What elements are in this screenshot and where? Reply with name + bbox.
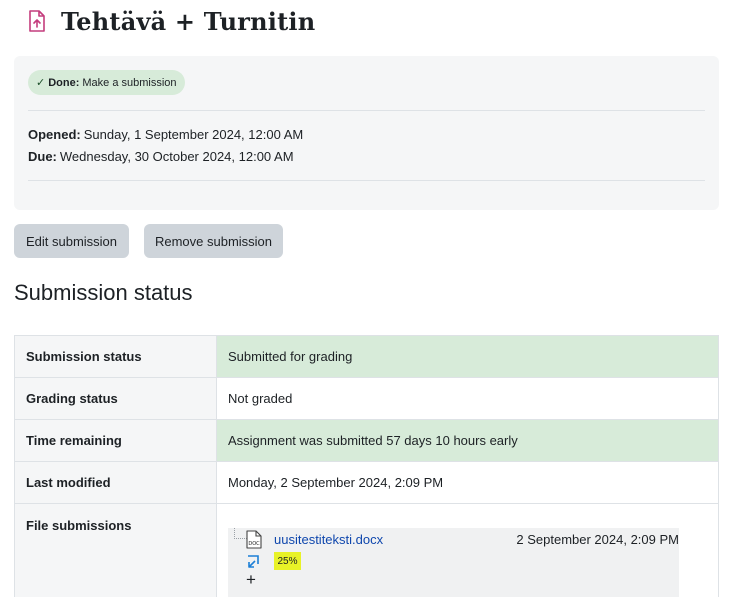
page-title: Tehtävä + Turnitin (61, 6, 316, 36)
similarity-score-badge[interactable]: 25% (274, 552, 301, 570)
opened-label: Opened: (28, 127, 81, 142)
activity-information: ✓ Done: Make a submission Opened: Sunday,… (14, 56, 719, 210)
divider (28, 180, 705, 181)
table-row: File submissions DOC uusitestiteksti.doc… (14, 503, 719, 597)
file-date: 2 September 2024, 2:09 PM (516, 532, 679, 547)
table-row: Time remaining Assignment was submitted … (14, 419, 719, 462)
remove-submission-button[interactable]: Remove submission (144, 224, 283, 258)
completion-status: Done: (48, 76, 80, 89)
row-value: Not graded (216, 377, 719, 420)
section-title: Submission status (14, 280, 193, 305)
file-link[interactable]: uusitestiteksti.docx (274, 532, 383, 547)
opened-date: Opened: Sunday, 1 September 2024, 12:00 A… (28, 127, 303, 142)
divider (28, 110, 705, 111)
plus-icon[interactable]: + (246, 571, 256, 588)
opened-value: Sunday, 1 September 2024, 12:00 AM (83, 127, 304, 142)
row-label: Grading status (14, 377, 217, 420)
turnitin-report-icon[interactable] (247, 555, 259, 570)
assignment-page: Tehtävä + Turnitin ✓ Done: Make a submis… (0, 0, 734, 597)
table-row: Last modified Monday, 2 September 2024, … (14, 461, 719, 504)
completion-text: Make a submission (82, 76, 177, 89)
due-label: Due: (28, 149, 57, 164)
row-label: Last modified (14, 461, 217, 504)
document-icon-label: DOC (248, 541, 260, 547)
row-value: Submitted for grading (216, 335, 719, 378)
check-icon: ✓ (36, 77, 46, 89)
file-submissions-cell: DOC uusitestiteksti.docx 2 September 202… (216, 503, 719, 597)
row-label: Submission status (14, 335, 217, 378)
assignment-upload-icon (26, 8, 48, 34)
row-value: Assignment was submitted 57 days 10 hour… (216, 419, 719, 462)
row-label: Time remaining (14, 419, 217, 462)
edit-submission-button[interactable]: Edit submission (14, 224, 129, 258)
due-date: Due: Wednesday, 30 October 2024, 12:00 AM (28, 149, 294, 164)
page-header: Tehtävä + Turnitin (26, 4, 315, 38)
table-row: Submission status Submitted for grading (14, 335, 719, 378)
completion-badge: ✓ Done: Make a submission (28, 70, 185, 95)
file-tree: DOC uusitestiteksti.docx 2 September 202… (228, 528, 679, 597)
row-value: Monday, 2 September 2024, 2:09 PM (216, 461, 719, 504)
table-row: Grading status Not graded (14, 377, 719, 420)
document-icon: DOC (246, 530, 262, 549)
submission-status-table: Submission status Submitted for grading … (14, 335, 719, 597)
due-value: Wednesday, 30 October 2024, 12:00 AM (59, 149, 294, 164)
row-label: File submissions (14, 503, 217, 597)
